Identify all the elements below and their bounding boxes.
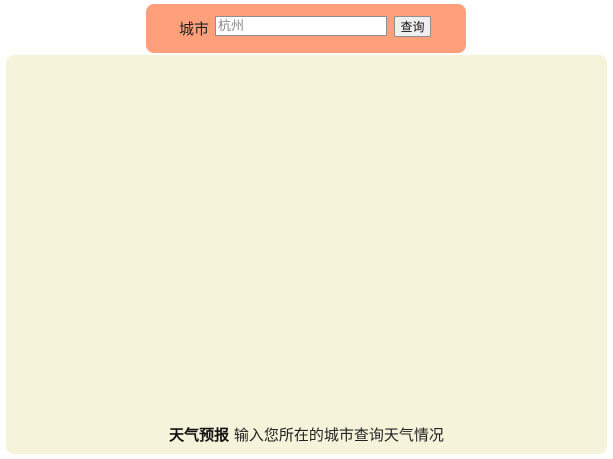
city-label: 城市 xyxy=(179,20,210,38)
search-bar: 城市 查询 xyxy=(146,4,466,53)
query-button[interactable]: 查询 xyxy=(394,16,431,37)
main-panel: 天气预报 输入您所在的城市查询天气情况 xyxy=(6,55,607,454)
city-input[interactable] xyxy=(215,16,387,36)
intro-title: 天气预报 xyxy=(169,426,230,444)
china-map-scribble-icon xyxy=(140,97,448,385)
intro-description: 输入您所在的城市查询天气情况 xyxy=(233,426,444,444)
intro-caption: 天气预报 输入您所在的城市查询天气情况 xyxy=(6,424,607,445)
